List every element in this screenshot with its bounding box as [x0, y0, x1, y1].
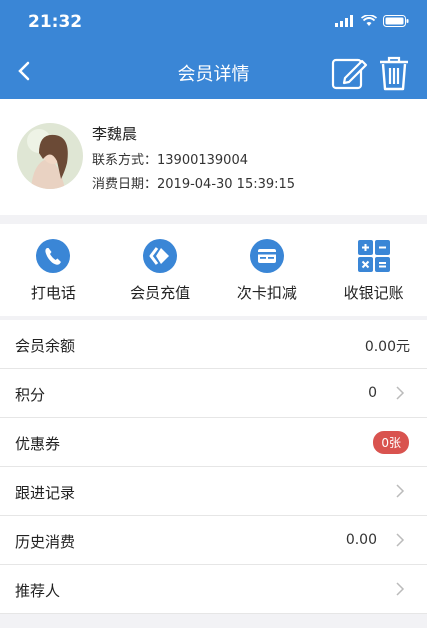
balance-label: 会员余额	[15, 337, 76, 355]
recharge-label: 会员充值	[130, 284, 191, 302]
trash-icon[interactable]	[376, 54, 412, 92]
member-phone: 联系方式：13900139004	[92, 153, 248, 168]
chevron-right-icon	[396, 582, 405, 596]
recharge-icon	[143, 239, 178, 273]
list-item-coupons[interactable]: 优惠券 0张	[0, 418, 427, 467]
cashier-button[interactable]: 收银记账	[320, 224, 427, 316]
history-value: 0.00	[345, 532, 377, 548]
referrer-label: 推荐人	[15, 582, 61, 600]
points-label: 积分	[15, 386, 46, 404]
chevron-right-icon	[396, 484, 405, 498]
history-label: 历史消费	[15, 533, 76, 551]
member-profile: 李魏晨 联系方式：13900139004 消费日期：2019-04-30 15:…	[0, 99, 427, 215]
coupon-count-badge: 0张	[373, 431, 409, 454]
signal-icon	[335, 15, 353, 27]
member-info-list: 会员余额 0.00元 积分 0 优惠券 0张 跟进记录 历史消费 0.00 推荐…	[0, 320, 427, 614]
list-item-history[interactable]: 历史消费 0.00	[0, 516, 427, 565]
wifi-icon	[361, 15, 377, 26]
chevron-right-icon	[396, 386, 405, 400]
recharge-button[interactable]: 会员充值	[107, 224, 214, 316]
calculator-icon	[357, 240, 390, 272]
balance-value: 0.00元	[364, 339, 410, 355]
phone-icon	[36, 239, 71, 273]
cashier-label: 收银记账	[343, 284, 404, 302]
status-icons	[335, 15, 409, 27]
member-consume-date: 消费日期：2019-04-30 15:39:15	[92, 177, 296, 192]
avatar	[17, 123, 83, 189]
status-time: 21:32	[28, 12, 83, 32]
card-deduct-label: 次卡扣减	[236, 284, 297, 302]
card-deduct-button[interactable]: 次卡扣减	[214, 224, 321, 316]
status-bar: 21:32	[0, 0, 427, 44]
call-button[interactable]: 打电话	[0, 224, 107, 316]
member-name: 李魏晨	[92, 125, 138, 143]
list-item-balance[interactable]: 会员余额 0.00元	[0, 320, 427, 369]
list-item-points[interactable]: 积分 0	[0, 369, 427, 418]
call-label: 打电话	[30, 284, 76, 302]
card-icon	[249, 239, 284, 273]
battery-icon	[383, 15, 409, 27]
chevron-right-icon	[396, 533, 405, 547]
nav-bar: 会员详情	[0, 44, 427, 99]
action-bar: 打电话 会员充值 次卡扣减 收银记账	[0, 224, 427, 316]
points-value: 0	[368, 385, 377, 401]
follow-up-label: 跟进记录	[15, 484, 76, 502]
edit-icon[interactable]	[331, 54, 369, 92]
coupons-label: 优惠券	[15, 435, 61, 453]
list-item-follow-up[interactable]: 跟进记录	[0, 467, 427, 516]
list-item-referrer[interactable]: 推荐人	[0, 565, 427, 614]
